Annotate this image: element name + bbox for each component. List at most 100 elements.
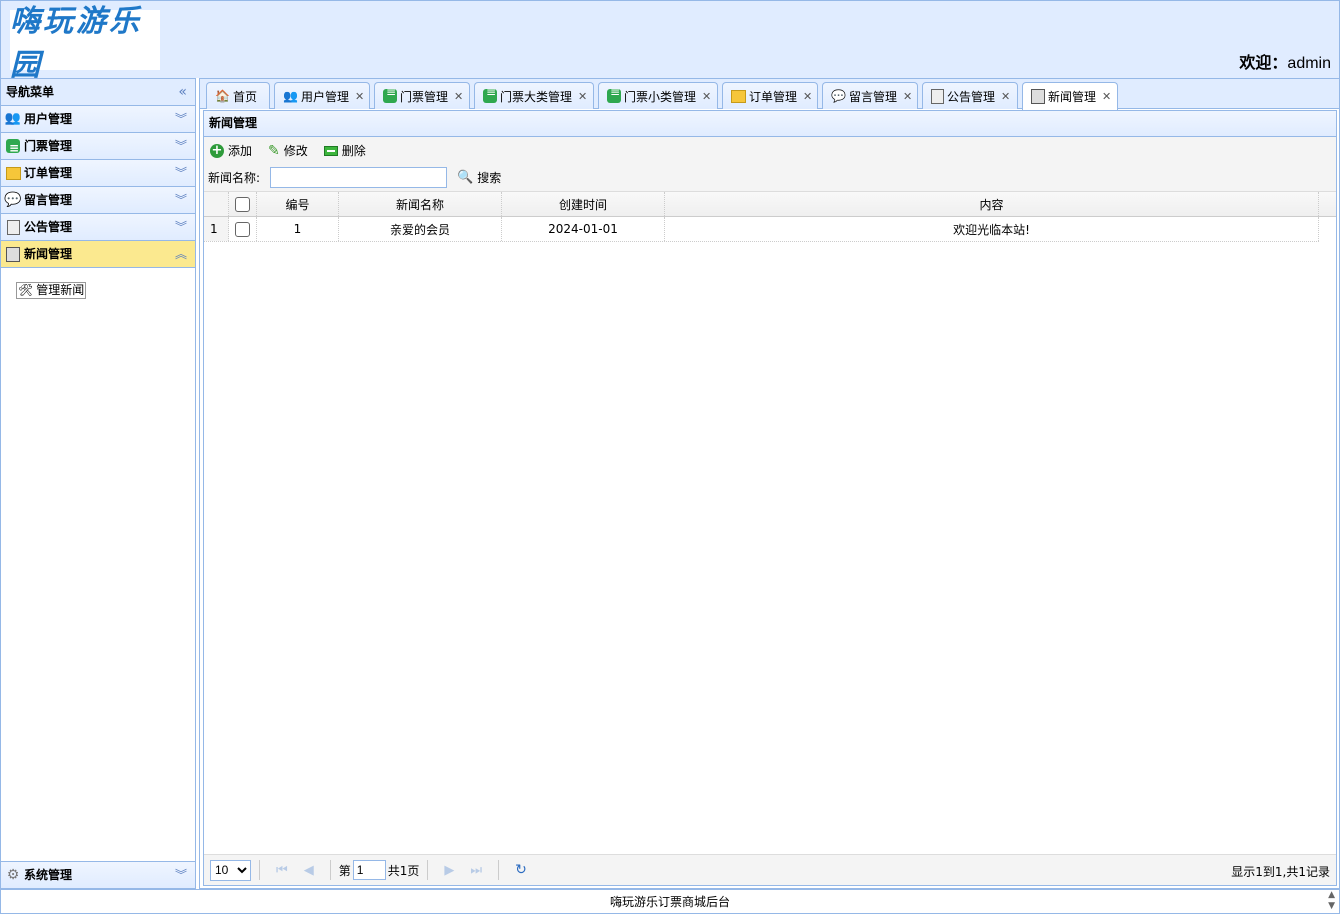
username: admin [1287, 55, 1331, 72]
chevron-down-icon[interactable]: ︾ [175, 133, 187, 159]
logo-text: 嗨玩游乐园 [10, 4, 142, 83]
news-panel: 新闻管理 + 添加 ✎ 修改 删除 新闻名称: 🔍 搜索 编号 新闻名称 创建时… [203, 110, 1337, 886]
search-button-label: 搜索 [477, 171, 502, 185]
chevron-down-icon[interactable]: ︾ [175, 160, 187, 186]
refresh-icon[interactable]: ↻ [515, 862, 527, 878]
tab-orders[interactable]: 订单管理 ✕ [722, 82, 818, 109]
header: 嗨玩游乐园 欢迎：admin [0, 0, 1340, 83]
delete-button[interactable]: 删除 [323, 142, 366, 159]
delete-label: 删除 [341, 144, 366, 158]
search-label: 新闻名称: [208, 171, 261, 185]
add-button[interactable]: + 添加 [210, 142, 252, 159]
order-icon [5, 165, 21, 181]
page-number-input[interactable] [352, 860, 386, 880]
tab-messages[interactable]: 💬 留言管理 ✕ [822, 82, 918, 109]
prev-page-icon[interactable]: ◀ [304, 863, 314, 878]
sidebar-item-label: 订单管理 [24, 166, 73, 180]
table-header: 编号 新闻名称 创建时间 内容 [204, 192, 1336, 217]
tab-ticket-categories[interactable]: 门票大类管理 ✕ [474, 82, 594, 109]
tab-notices[interactable]: 公告管理 ✕ [922, 82, 1018, 109]
sidebar-item-messages[interactable]: 💬 留言管理 ︾ [1, 187, 195, 214]
column-header-name[interactable]: 新闻名称 [339, 192, 502, 216]
users-icon: 👥 [283, 89, 298, 103]
search-button[interactable]: 🔍 搜索 [457, 169, 501, 186]
footer: 嗨玩游乐订票商城后台 ▲ ▼ [0, 889, 1340, 914]
notice-icon [931, 88, 944, 104]
first-page-icon[interactable]: ⏮ [276, 863, 288, 878]
submenu-item-label: 管理新闻 [36, 283, 85, 297]
sidebar-item-tickets[interactable]: 门票管理 ︾ [1, 133, 195, 161]
chevron-down-icon[interactable]: ︾ [175, 106, 187, 132]
table-row[interactable]: 1 1 亲爱的会员 2024-01-01 欢迎光临本站! [204, 217, 1319, 242]
tab-label: 用户管理 [300, 89, 349, 104]
sidebar-item-notices[interactable]: 公告管理 ︾ [1, 214, 195, 241]
newspaper-icon [5, 246, 21, 262]
tab-label: 新闻管理 [1048, 90, 1097, 104]
chevron-up-icon[interactable]: ︽ [175, 241, 187, 267]
users-icon: 👥 [4, 111, 22, 126]
close-icon[interactable]: ✕ [578, 90, 587, 103]
rownum-header [204, 192, 229, 216]
main-area: 🏠 首页 👥 用户管理 ✕ 门票管理 ✕ 门票大类管理 ✕ 门票小类管理 ✕ 订… [199, 78, 1340, 889]
sidebar-item-label: 门票管理 [24, 139, 73, 153]
total-pages: 共1页 [387, 863, 420, 878]
separator [498, 860, 500, 880]
next-page-icon[interactable]: ▶ [444, 863, 454, 878]
news-name-input[interactable] [270, 167, 448, 188]
sidebar-item-news[interactable]: 新闻管理 ︽ [1, 241, 195, 268]
column-header-content[interactable]: 内容 [665, 192, 1319, 216]
speech-bubble-icon: 💬 [831, 89, 846, 103]
tab-label: 门票大类管理 [500, 89, 573, 104]
column-header-id[interactable]: 编号 [257, 192, 339, 216]
page-prefix: 第 [338, 863, 351, 878]
newspaper-icon [1031, 89, 1045, 104]
select-all-checkbox[interactable] [235, 196, 250, 212]
close-icon[interactable]: ✕ [803, 90, 812, 103]
tab-label: 公告管理 [947, 89, 996, 104]
separator [427, 860, 429, 880]
page-size-select[interactable]: 10 [210, 859, 251, 881]
tab-label: 门票管理 [400, 89, 449, 104]
scroll-arrows-icon[interactable]: ▲ ▼ [1328, 890, 1335, 912]
welcome-text: 欢迎：admin [1239, 49, 1331, 73]
close-icon[interactable]: ✕ [1102, 90, 1111, 103]
tab-ticket-subcategories[interactable]: 门票小类管理 ✕ [598, 82, 718, 109]
sidebar-item-label: 留言管理 [24, 193, 73, 207]
pencil-icon: ✎ [268, 142, 280, 159]
column-header-created[interactable]: 创建时间 [502, 192, 665, 216]
chevron-down-icon[interactable]: ︾ [175, 862, 187, 888]
order-icon [731, 89, 746, 103]
row-checkbox[interactable] [235, 221, 250, 237]
collapse-icon[interactable]: « [178, 79, 187, 105]
close-icon[interactable]: ✕ [355, 90, 364, 103]
minus-icon [323, 145, 338, 156]
sidebar-item-users[interactable]: 👥 用户管理 ︾ [1, 106, 195, 133]
close-icon[interactable]: ✕ [1001, 90, 1010, 103]
tab-label: 留言管理 [848, 89, 897, 104]
cell-id: 1 [257, 217, 339, 241]
pagination-info: 显示1到1,共1记录 [1231, 865, 1330, 879]
row-select-cell [229, 217, 257, 241]
welcome-label: 欢迎： [1239, 55, 1288, 72]
sidebar-item-label: 新闻管理 [24, 247, 73, 261]
close-icon[interactable]: ✕ [702, 90, 711, 103]
tab-news[interactable]: 新闻管理 ✕ [1022, 82, 1118, 110]
close-icon[interactable]: ✕ [903, 90, 912, 103]
tab-home[interactable]: 🏠 首页 [206, 82, 270, 109]
close-icon[interactable]: ✕ [454, 90, 463, 103]
last-page-icon[interactable]: ⏭ [470, 863, 482, 878]
tab-tickets[interactable]: 门票管理 ✕ [374, 82, 470, 109]
tab-users[interactable]: 👥 用户管理 ✕ [274, 82, 370, 109]
chevron-down-icon[interactable]: ︾ [175, 214, 187, 240]
edit-button[interactable]: ✎ 修改 [268, 142, 308, 159]
sidebar-item-system[interactable]: ⚙ 系统管理 ︾ [1, 861, 195, 888]
search-icon: 🔍 [457, 170, 474, 185]
separator [329, 860, 331, 880]
sidebar-item-orders[interactable]: 订单管理 ︾ [1, 160, 195, 187]
sidebar-title: 导航菜单 [6, 85, 55, 99]
chevron-down-icon[interactable]: ︾ [175, 187, 187, 213]
tab-bar: 🏠 首页 👥 用户管理 ✕ 门票管理 ✕ 门票大类管理 ✕ 门票小类管理 ✕ 订… [200, 79, 1339, 110]
gear-icon: ⚙ [6, 867, 20, 883]
submenu-item-manage-news[interactable]: 🛠 管理新闻 [16, 282, 87, 299]
plus-icon: + [210, 142, 224, 158]
